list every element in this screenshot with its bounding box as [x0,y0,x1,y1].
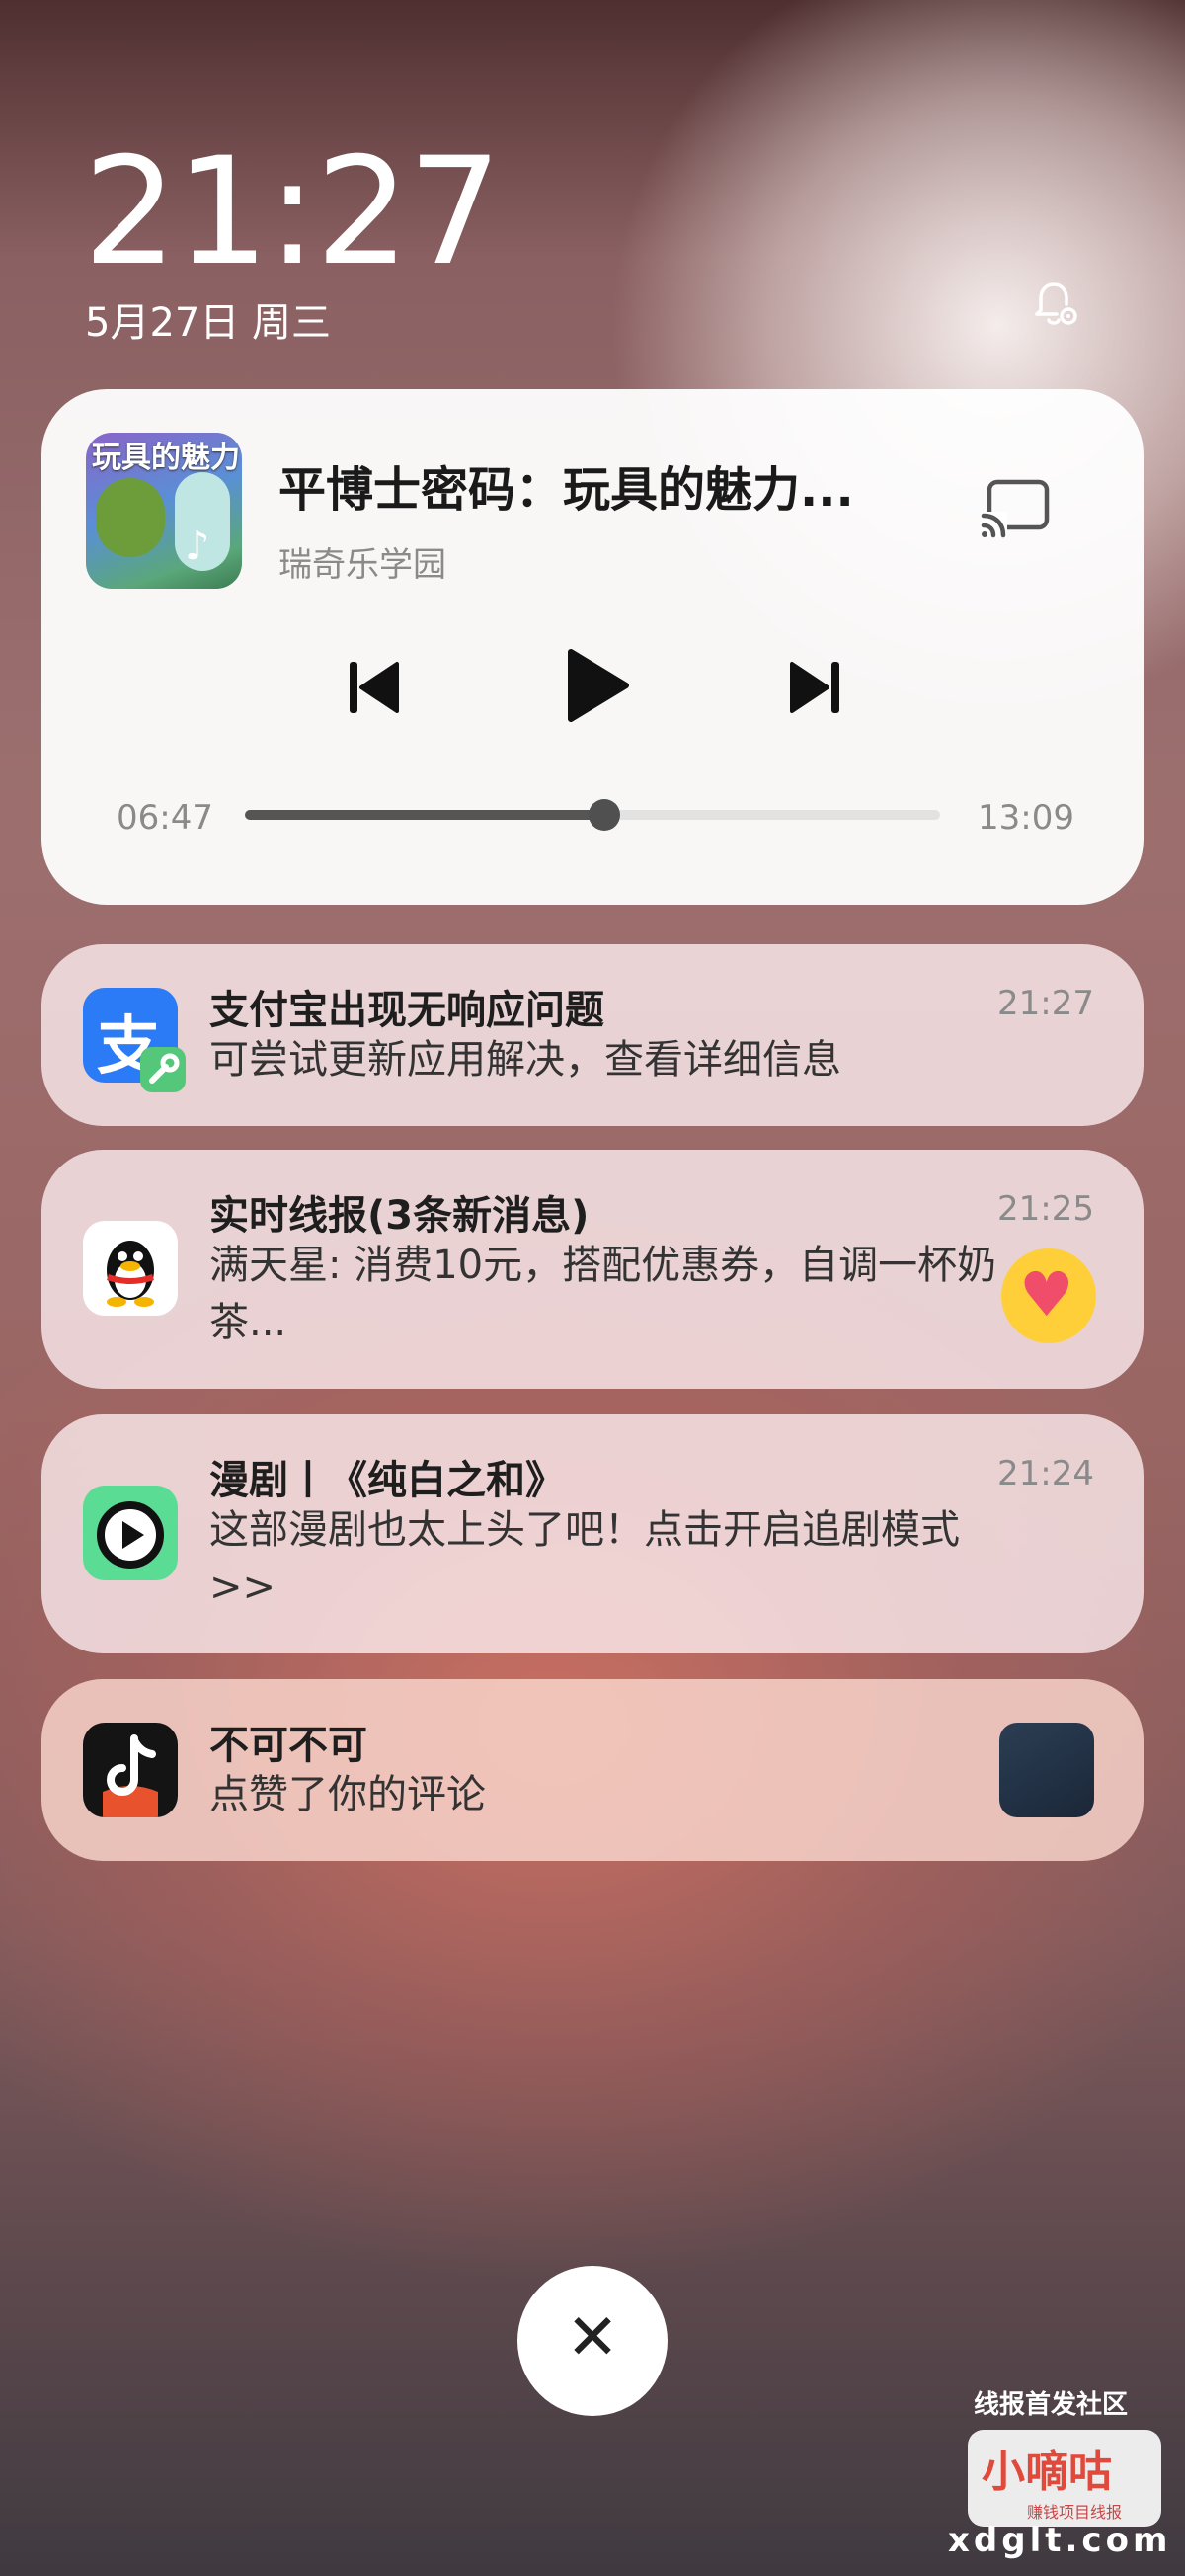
notification-alipay[interactable]: 支 支付宝出现无响应问题 21:27 可尝试更新应用解决，查看详细信息 [41,944,1144,1126]
progress-handle[interactable] [588,799,620,831]
tiktok-icon [83,1723,178,1817]
lockscreen-clock: 21:27 [83,126,502,298]
notification-time: 21:27 [997,984,1094,1023]
notification-qq[interactable]: 实时线报(3条新消息) 21:25 满天星: 消费10元，搭配优惠券，自调一杯奶… [41,1150,1144,1389]
watermark-logo-text: 小嘀咕 [982,2447,1112,2497]
media-player-card[interactable]: 玩具的魅力 ♪ 平博士密码：玩具的魅力... 瑞奇乐学园 06:47 13:09 [41,389,1144,905]
notification-title: 支付宝出现无响应问题 [209,988,604,1033]
media-title: 平博士密码：玩具的魅力... [278,462,854,518]
notification-body: 满天星: 消费10元，搭配优惠券，自调一杯奶茶... [209,1243,997,1345]
watermark-logo: 小嘀咕 赚钱项目线报 [968,2430,1161,2527]
thumbnail-title: 玩具的魅力 [92,441,240,475]
heart-emoji-icon: ♥ [1001,1248,1096,1343]
elapsed-time: 06:47 [117,798,213,838]
media-subtitle: 瑞奇乐学园 [278,545,446,585]
qq-icon [83,1221,178,1316]
notification-settings-bell-icon[interactable] [1027,277,1082,332]
wrench-badge-icon [140,1047,186,1092]
previous-icon[interactable] [346,656,401,719]
notification-time: 21:24 [997,1454,1094,1493]
notification-body: 点赞了你的评论 [209,1772,486,1817]
next-icon[interactable] [788,656,843,719]
total-duration: 13:09 [978,798,1074,838]
play-circle-app-icon [83,1486,178,1580]
thumbnail-character [96,478,165,557]
watermark-caption: 线报首发社区 [974,2390,1129,2420]
notification-title: 实时线报(3条新消息) [209,1193,590,1239]
play-icon[interactable] [563,646,632,725]
watermark-subtitle: 赚钱项目线报 [1027,2503,1123,2522]
notification-short-drama[interactable]: 漫剧丨《纯白之和》 21:24 这部漫剧也太上头了吧！点击开启追剧模式>> [41,1414,1144,1653]
notification-title: 不可不可 [209,1723,367,1768]
notification-body: 可尝试更新应用解决，查看详细信息 [209,1037,841,1083]
cast-icon[interactable] [980,476,1053,539]
progress-track[interactable] [245,799,940,831]
notification-time: 21:25 [997,1189,1094,1229]
clear-notifications-button[interactable]: ✕ [517,2266,668,2416]
close-icon: ✕ [566,2301,619,2375]
watermark-url: xdglt.com [948,2521,1172,2560]
lockscreen-date: 5月27日 周三 [85,300,332,346]
notification-body: 这部漫剧也太上头了吧！点击开启追剧模式>> [209,1507,960,1610]
progress-fill [245,810,604,820]
comment-thumbnail [999,1723,1094,1817]
notification-tiktok[interactable]: 不可不可 点赞了你的评论 [41,1679,1144,1861]
tiktok-logo-icon: ♪ [185,523,210,569]
media-thumbnail[interactable]: 玩具的魅力 ♪ [86,433,242,589]
notification-title: 漫剧丨《纯白之和》 [209,1458,565,1503]
